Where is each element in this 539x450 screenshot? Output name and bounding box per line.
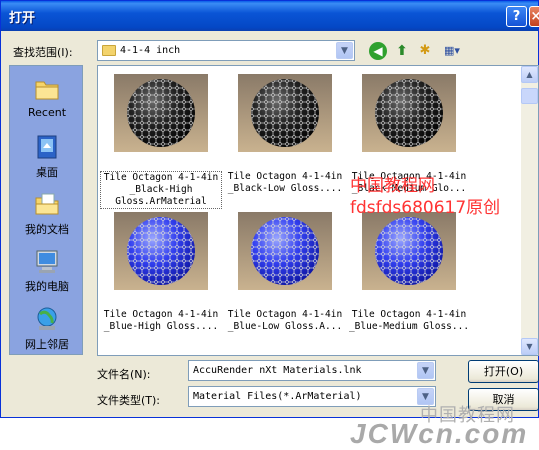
- place-desktop[interactable]: 桌面: [10, 134, 84, 180]
- help-button[interactable]: ?: [506, 6, 527, 27]
- dialog-title: 打开: [9, 11, 36, 26]
- place-label: 我的电脑: [25, 280, 69, 293]
- place-label: Recent: [27, 106, 67, 119]
- material-thumbnail: [114, 212, 208, 290]
- overlay-watermark-line2: fdsfds680617原创: [350, 198, 501, 218]
- place-my-computer[interactable]: 我的电脑: [10, 248, 84, 294]
- folder-icon: [102, 45, 116, 56]
- file-name-line: _Blue-High Gloss....: [103, 321, 219, 332]
- site-watermark: 中国教程网 JCWcn.com: [342, 398, 539, 450]
- network-places-icon: [37, 307, 57, 330]
- file-name-label: 文件名(N):: [97, 368, 151, 381]
- file-name-line: _Black-Low Gloss....: [227, 183, 343, 194]
- file-caption: Tile Octagon 4-1-4in _Blue-High Gloss...…: [100, 309, 222, 333]
- look-in-dropdown[interactable]: 4-1-4 inch ▼: [97, 40, 355, 61]
- site-watermark-en: JCWcn.com: [350, 418, 529, 449]
- open-button[interactable]: 打开(O): [468, 360, 539, 383]
- chevron-down-icon[interactable]: ▼: [417, 362, 434, 379]
- close-button[interactable]: ×: [529, 6, 539, 27]
- file-name-line: _Black-High: [129, 184, 193, 195]
- file-name-line: Tile Octagon 4-1-4in: [227, 309, 343, 320]
- look-in-label: 查找范围(I):: [13, 46, 73, 59]
- file-caption: Tile Octagon 4-1-4in _Blue-Medium Gloss.…: [348, 309, 470, 333]
- chevron-down-icon[interactable]: ▼: [336, 42, 353, 59]
- material-thumbnail: [362, 212, 456, 290]
- scroll-up-icon[interactable]: ▲: [521, 66, 538, 83]
- place-label: 我的文档: [25, 223, 69, 236]
- file-caption: Tile Octagon 4-1-4in _Black-Low Gloss...…: [224, 171, 346, 195]
- file-type-value: Material Files(*.ArMaterial): [193, 391, 362, 402]
- my-documents-icon: [35, 193, 59, 215]
- material-thumbnail: [114, 74, 208, 152]
- material-thumbnail: [362, 74, 456, 152]
- file-name-line: Tile Octagon 4-1-4in: [351, 309, 467, 320]
- file-name-value: AccuRender nXt Materials.lnk: [193, 365, 362, 376]
- recent-folder-icon: [35, 81, 59, 100]
- up-folder-icon[interactable]: ⬆: [393, 42, 411, 60]
- place-recent[interactable]: Recent: [10, 76, 84, 119]
- file-type-label: 文件类型(T):: [97, 394, 161, 407]
- file-caption: Tile Octagon 4-1-4in _Blue-Low Gloss.A..…: [224, 309, 346, 333]
- file-name-input[interactable]: AccuRender nXt Materials.lnk ▼: [188, 360, 436, 381]
- file-caption: Tile Octagon 4-1-4in _Black-High Gloss.A…: [100, 171, 222, 209]
- place-label: 网上邻居: [25, 338, 69, 351]
- place-label: 桌面: [36, 166, 58, 179]
- material-thumbnail: [238, 212, 332, 290]
- places-bar: Recent 桌面 我的文档 我的电脑 网上邻居: [9, 65, 83, 355]
- file-name-line: Tile Octagon 4-1-4in: [103, 309, 219, 320]
- look-in-value: 4-1-4 inch: [120, 45, 181, 56]
- scroll-down-icon[interactable]: ▼: [521, 338, 538, 355]
- place-network[interactable]: 网上邻居: [10, 306, 84, 352]
- vertical-scrollbar[interactable]: ▲ ▼: [521, 66, 538, 355]
- file-name-line: Tile Octagon 4-1-4in: [227, 171, 343, 182]
- scroll-thumb[interactable]: [521, 88, 538, 104]
- file-name-line: Tile Octagon 4-1-4in: [103, 172, 219, 183]
- place-my-documents[interactable]: 我的文档: [10, 191, 84, 237]
- desktop-icon: [37, 135, 57, 159]
- my-computer-icon: [36, 250, 58, 273]
- file-name-line: _Blue-Low Gloss.A...: [227, 321, 343, 332]
- title-bar[interactable]: 打开 ? ×: [1, 1, 539, 31]
- views-menu-icon[interactable]: ▦▾: [439, 42, 465, 60]
- file-name-line: _Blue-Medium Gloss...: [348, 321, 470, 332]
- new-folder-icon[interactable]: ✱: [416, 42, 434, 60]
- material-thumbnail: [238, 74, 332, 152]
- back-arrow-icon[interactable]: ◀: [369, 42, 387, 60]
- file-name-line: Gloss.ArMaterial: [115, 196, 207, 207]
